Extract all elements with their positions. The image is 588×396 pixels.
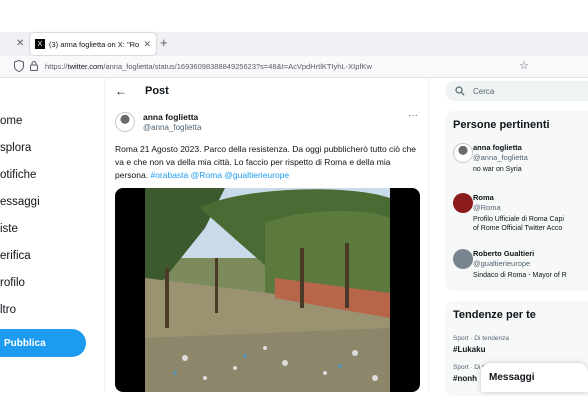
tab-title: (3) anna foglietta on X: "Roma [49,39,140,49]
window-top [0,0,588,32]
right-sidebar: Cerca Persone pertinenti anna foglietta … [437,78,588,396]
more-options-icon[interactable]: ··· [408,110,418,121]
nav-lists[interactable]: iste [0,223,18,235]
person-handle: @Roma [473,203,501,212]
trends-title: Tendenze per te [453,309,536,321]
relevant-people-title: Persone pertinenti [453,119,550,131]
messages-drawer[interactable]: Messaggi [481,363,588,392]
trend-meta: Sport · Di tendenza [453,335,510,342]
person-bio-line2: of Rome Official Twitter Acco [473,225,563,232]
main-column: ← Post anna foglietta @anna_foglietta ··… [104,78,429,392]
new-tab-icon[interactable]: + [160,35,168,50]
person-bio: Sindaco di Roma - Mayor of R [473,272,567,279]
author-name[interactable]: anna foglietta [143,112,198,122]
nav-explore[interactable]: splora [0,142,31,154]
person-handle: @anna_foglietta [473,153,528,162]
post-text: Roma 21 Agosto 2023. Parco della resiste… [115,143,420,182]
avatar[interactable] [115,112,135,132]
avatar[interactable] [453,249,473,269]
url-text[interactable]: https://twitter.com/anna_foglietta/statu… [45,62,372,71]
close-icon[interactable]: ✕ [16,38,24,49]
author-handle[interactable]: @anna_foglietta [143,123,201,132]
post-hashtags[interactable]: #orabasta @Roma @gualtierieurope [150,170,289,180]
park-photo [145,188,390,392]
person-name[interactable]: Roma [473,193,494,202]
bookmark-star-icon[interactable]: ☆ [519,59,529,72]
back-arrow-icon[interactable]: ← [115,84,127,98]
publish-button[interactable]: Pubblica [0,329,86,357]
nav-home[interactable]: ome [0,115,22,127]
close-tab-icon[interactable]: ✕ [143,39,151,50]
nav-more[interactable]: ltro [0,304,16,316]
shield-icon[interactable] [14,60,24,72]
avatar[interactable] [453,193,473,213]
person-name[interactable]: Roberto Gualtieri [473,249,534,258]
x-logo-icon: X [35,39,45,49]
search-placeholder: Cerca [473,86,495,96]
browser-tab[interactable]: X (3) anna foglietta on X: "Roma ✕ [30,33,156,55]
post-media[interactable] [115,188,420,392]
relevant-people-card: Persone pertinenti anna foglietta @anna_… [445,111,588,291]
nav-notifications[interactable]: otifiche [0,169,36,181]
nav-verified[interactable]: erifica [0,250,31,262]
page-title: Post [145,85,169,97]
trend-tag[interactable]: #Lukaku [453,345,485,354]
person-bio: no war on Syria [473,166,522,173]
trend-tag[interactable]: #nonh [453,374,477,383]
person-bio: Profilo Ufficiale di Roma Capi [473,216,564,223]
nav-messages[interactable]: essaggi [0,196,40,208]
person-name[interactable]: anna foglietta [473,143,522,152]
nav-profile[interactable]: rofilo [0,277,25,289]
person-handle: @gualtierieurope [473,259,531,268]
search-input[interactable]: Cerca [445,81,588,101]
twitter-app: ome splora otifiche essaggi iste erifica… [0,78,588,396]
avatar[interactable] [453,143,473,163]
lock-icon[interactable] [30,61,38,71]
search-icon [455,86,465,96]
